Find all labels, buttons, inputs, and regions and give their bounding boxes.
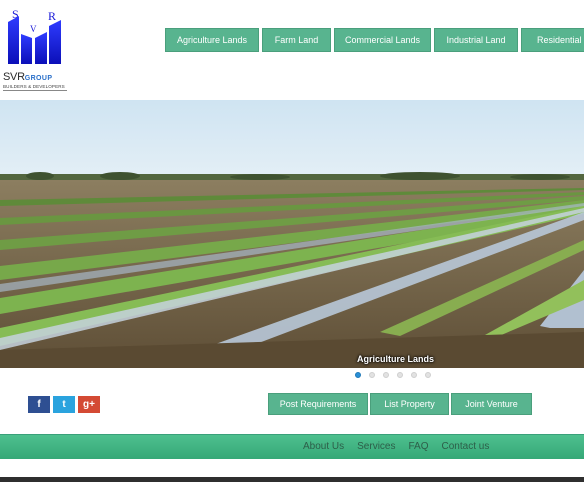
- slider-dot-4[interactable]: [397, 372, 403, 378]
- slider-dot-1[interactable]: [355, 372, 361, 378]
- nav-commercial-lands[interactable]: Commercial Lands: [334, 28, 431, 52]
- brand-tagline: BUILDERS & DEVELOPERS: [3, 84, 65, 89]
- hero-caption: Agriculture Lands: [357, 354, 435, 364]
- logo-letter-v: V: [30, 24, 37, 34]
- slider-pagination: [355, 372, 431, 378]
- hero-slide-image: [0, 100, 584, 368]
- top-navigation: Agriculture Lands Farm Land Commercial L…: [165, 28, 584, 52]
- site-header: S V R SVRGROUP BUILDERS & DEVELOPERS Agr…: [0, 0, 584, 100]
- footer-bar: About Us Services FAQ Contact us: [0, 434, 584, 459]
- nav-industrial-land[interactable]: Industrial Land: [434, 28, 518, 52]
- google-plus-icon[interactable]: g+: [78, 396, 100, 413]
- footer-link-about-us[interactable]: About Us: [303, 441, 344, 452]
- hero-slider[interactable]: Agriculture Lands: [0, 100, 584, 368]
- nav-agriculture-lands[interactable]: Agriculture Lands: [165, 28, 259, 52]
- logo-wordmark: SVRGROUP: [3, 71, 52, 83]
- slider-dot-5[interactable]: [411, 372, 417, 378]
- footer-link-contact-us[interactable]: Contact us: [442, 441, 490, 452]
- logo-underline: [3, 90, 67, 91]
- logo[interactable]: S V R SVRGROUP BUILDERS & DEVELOPERS: [3, 8, 71, 92]
- logo-letter-s: S: [12, 7, 19, 21]
- facebook-icon[interactable]: f: [28, 396, 50, 413]
- list-property-button[interactable]: List Property: [370, 393, 449, 415]
- social-links: f t g+: [28, 396, 100, 413]
- joint-venture-button[interactable]: Joint Venture: [451, 393, 532, 415]
- twitter-icon[interactable]: t: [53, 396, 75, 413]
- slider-dot-2[interactable]: [369, 372, 375, 378]
- brand-group: GROUP: [24, 75, 53, 82]
- brand-name: SVR: [3, 71, 25, 83]
- post-requirements-button[interactable]: Post Requirements: [268, 393, 368, 415]
- footer-link-faq[interactable]: FAQ: [409, 441, 429, 452]
- nav-residential-lands[interactable]: Residential L: [521, 28, 584, 52]
- page: S V R SVRGROUP BUILDERS & DEVELOPERS Agr…: [0, 0, 584, 482]
- logo-letter-r: R: [48, 9, 57, 23]
- action-buttons: Post Requirements List Property Joint Ve…: [268, 393, 532, 415]
- footer-link-services[interactable]: Services: [357, 441, 395, 452]
- nav-farm-land[interactable]: Farm Land: [262, 28, 331, 52]
- footer-links: About Us Services FAQ Contact us: [303, 441, 489, 452]
- slider-dot-3[interactable]: [383, 372, 389, 378]
- slider-dot-6[interactable]: [425, 372, 431, 378]
- bottom-strip: [0, 477, 584, 482]
